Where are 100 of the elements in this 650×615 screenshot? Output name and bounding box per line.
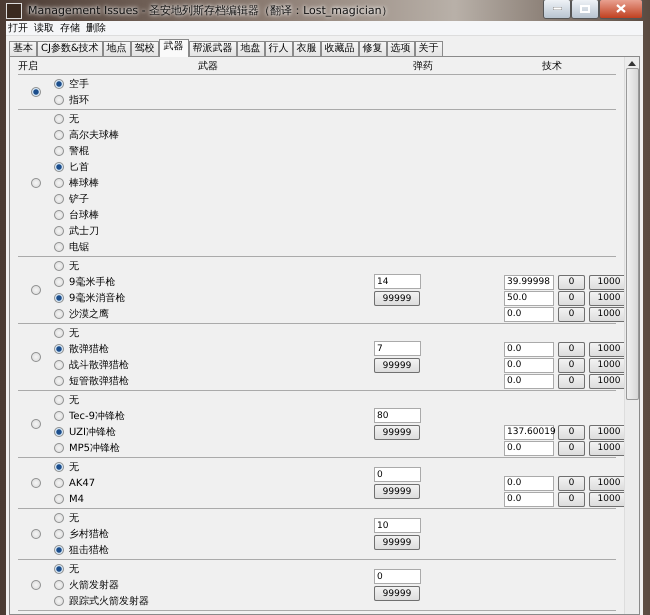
tab[interactable]: 选项 [386,41,415,57]
radio-icon[interactable] [54,443,64,453]
skill-field[interactable]: 0.0 [504,358,554,372]
ammo-field[interactable]: 10 [374,518,421,533]
skill-field[interactable]: 0.0 [504,342,554,356]
weapon-radio[interactable]: 空手 [54,77,89,91]
menu-item[interactable]: 读取 [34,21,54,35]
radio-icon[interactable] [54,427,64,437]
minimize-button[interactable] [543,0,571,18]
max-ammo-button[interactable]: 99999 [374,425,420,440]
skill-field[interactable]: 0.0 [504,492,554,506]
radio-icon[interactable] [54,360,64,370]
menu-item[interactable]: 存储 [60,21,80,35]
tab[interactable]: 武器 [158,39,189,57]
maximize-button[interactable] [571,0,599,18]
radio-icon[interactable] [54,114,64,124]
radio-icon[interactable] [54,395,64,405]
max-ammo-button[interactable]: 99999 [374,358,420,373]
max-ammo-button[interactable]: 99999 [374,291,420,306]
skill-min-button[interactable]: 0 [558,306,585,322]
radio-icon[interactable] [54,344,64,354]
skill-min-button[interactable]: 0 [558,374,585,388]
weapon-radio[interactable]: 无 [54,112,79,126]
radio-icon[interactable] [54,95,64,105]
scrollbar[interactable] [624,57,639,614]
weapon-radio[interactable]: 乡村猎枪 [54,527,109,541]
tab[interactable]: 关于 [414,41,443,57]
radio-icon[interactable] [54,580,64,590]
radio-icon[interactable] [54,146,64,156]
radio-icon[interactable] [54,376,64,386]
skill-max-button[interactable]: 1000 [589,424,624,440]
skill-field[interactable]: 0.0 [504,476,554,490]
menu-item[interactable]: 打开 [8,21,28,35]
weapon-radio[interactable]: 武士刀 [54,224,99,238]
weapon-radio[interactable]: Tec-9冲锋枪 [54,409,126,423]
tab[interactable]: 帮派武器 [188,41,237,57]
skill-min-button[interactable]: 0 [558,342,585,356]
max-ammo-button[interactable]: 99999 [374,535,420,550]
skill-max-button[interactable]: 1000 [589,290,624,306]
ammo-field[interactable]: 7 [374,341,421,356]
tab[interactable]: 地点 [102,41,131,57]
weapon-radio[interactable]: 短管散弹猎枪 [54,374,129,388]
tab[interactable]: 修复 [358,41,387,57]
radio-icon[interactable] [54,130,64,140]
weapon-radio[interactable]: 无 [54,460,79,474]
radio-icon[interactable] [54,194,64,204]
radio-icon[interactable] [54,494,64,504]
weapon-radio[interactable]: 棒球棒 [54,176,99,190]
tab[interactable]: 行人 [264,41,293,57]
enable-radio[interactable] [31,285,41,295]
enable-radio[interactable] [31,178,41,188]
skill-min-button[interactable]: 0 [558,492,585,506]
weapon-radio[interactable]: 无 [54,393,79,407]
radio-icon[interactable] [54,277,64,287]
skill-min-button[interactable]: 0 [558,424,585,440]
weapon-radio[interactable]: 警棍 [54,144,89,158]
weapon-radio[interactable]: 跟踪式火箭发射器 [54,594,149,608]
radio-icon[interactable] [54,162,64,172]
radio-icon[interactable] [54,478,64,488]
skill-max-button[interactable]: 1000 [589,476,624,490]
skill-min-button[interactable]: 0 [558,358,585,372]
radio-icon[interactable] [54,328,64,338]
weapon-radio[interactable]: UZI冲锋枪 [54,425,116,439]
skill-max-button[interactable]: 1000 [589,492,624,506]
enable-radio[interactable] [31,478,41,488]
tab[interactable]: 驾校 [130,41,159,57]
ammo-field[interactable]: 0 [374,569,421,584]
weapon-radio[interactable]: 无 [54,511,79,525]
skill-max-button[interactable]: 1000 [589,374,624,388]
radio-icon[interactable] [54,564,64,574]
weapon-radio[interactable]: 9毫米消音枪 [54,291,126,305]
skill-min-button[interactable]: 0 [558,290,585,306]
weapon-radio[interactable]: 高尔夫球棒 [54,128,119,142]
tab[interactable]: 收藏品 [320,41,359,57]
skill-min-button[interactable]: 0 [558,476,585,490]
max-ammo-button[interactable]: 99999 [374,484,420,499]
skill-field[interactable]: 50.0 [504,290,554,306]
radio-icon[interactable] [54,596,64,606]
enable-radio[interactable] [31,419,41,429]
scroll-up-icon[interactable] [628,61,636,66]
enable-radio[interactable] [31,352,41,362]
radio-icon[interactable] [54,178,64,188]
weapon-radio[interactable]: 台球棒 [54,208,99,222]
weapon-radio[interactable]: M4 [54,494,84,504]
tab[interactable]: 地盘 [236,41,265,57]
weapon-radio[interactable]: 狙击猎枪 [54,543,109,557]
ammo-field[interactable]: 14 [374,274,421,289]
radio-icon[interactable] [54,411,64,421]
skill-max-button[interactable]: 1000 [589,440,624,456]
radio-icon[interactable] [54,226,64,236]
weapon-radio[interactable]: 匕首 [54,160,89,174]
radio-icon[interactable] [54,79,64,89]
weapon-radio[interactable]: 指环 [54,93,89,107]
scroll-thumb[interactable] [626,68,638,400]
weapon-radio[interactable]: MP5冲锋枪 [54,441,120,455]
enable-radio[interactable] [31,529,41,539]
skill-field[interactable]: 0.0 [504,440,554,456]
weapon-radio[interactable]: 无 [54,562,79,576]
skill-min-button[interactable]: 0 [558,274,585,290]
weapon-radio[interactable]: 战斗散弹猎枪 [54,358,129,372]
